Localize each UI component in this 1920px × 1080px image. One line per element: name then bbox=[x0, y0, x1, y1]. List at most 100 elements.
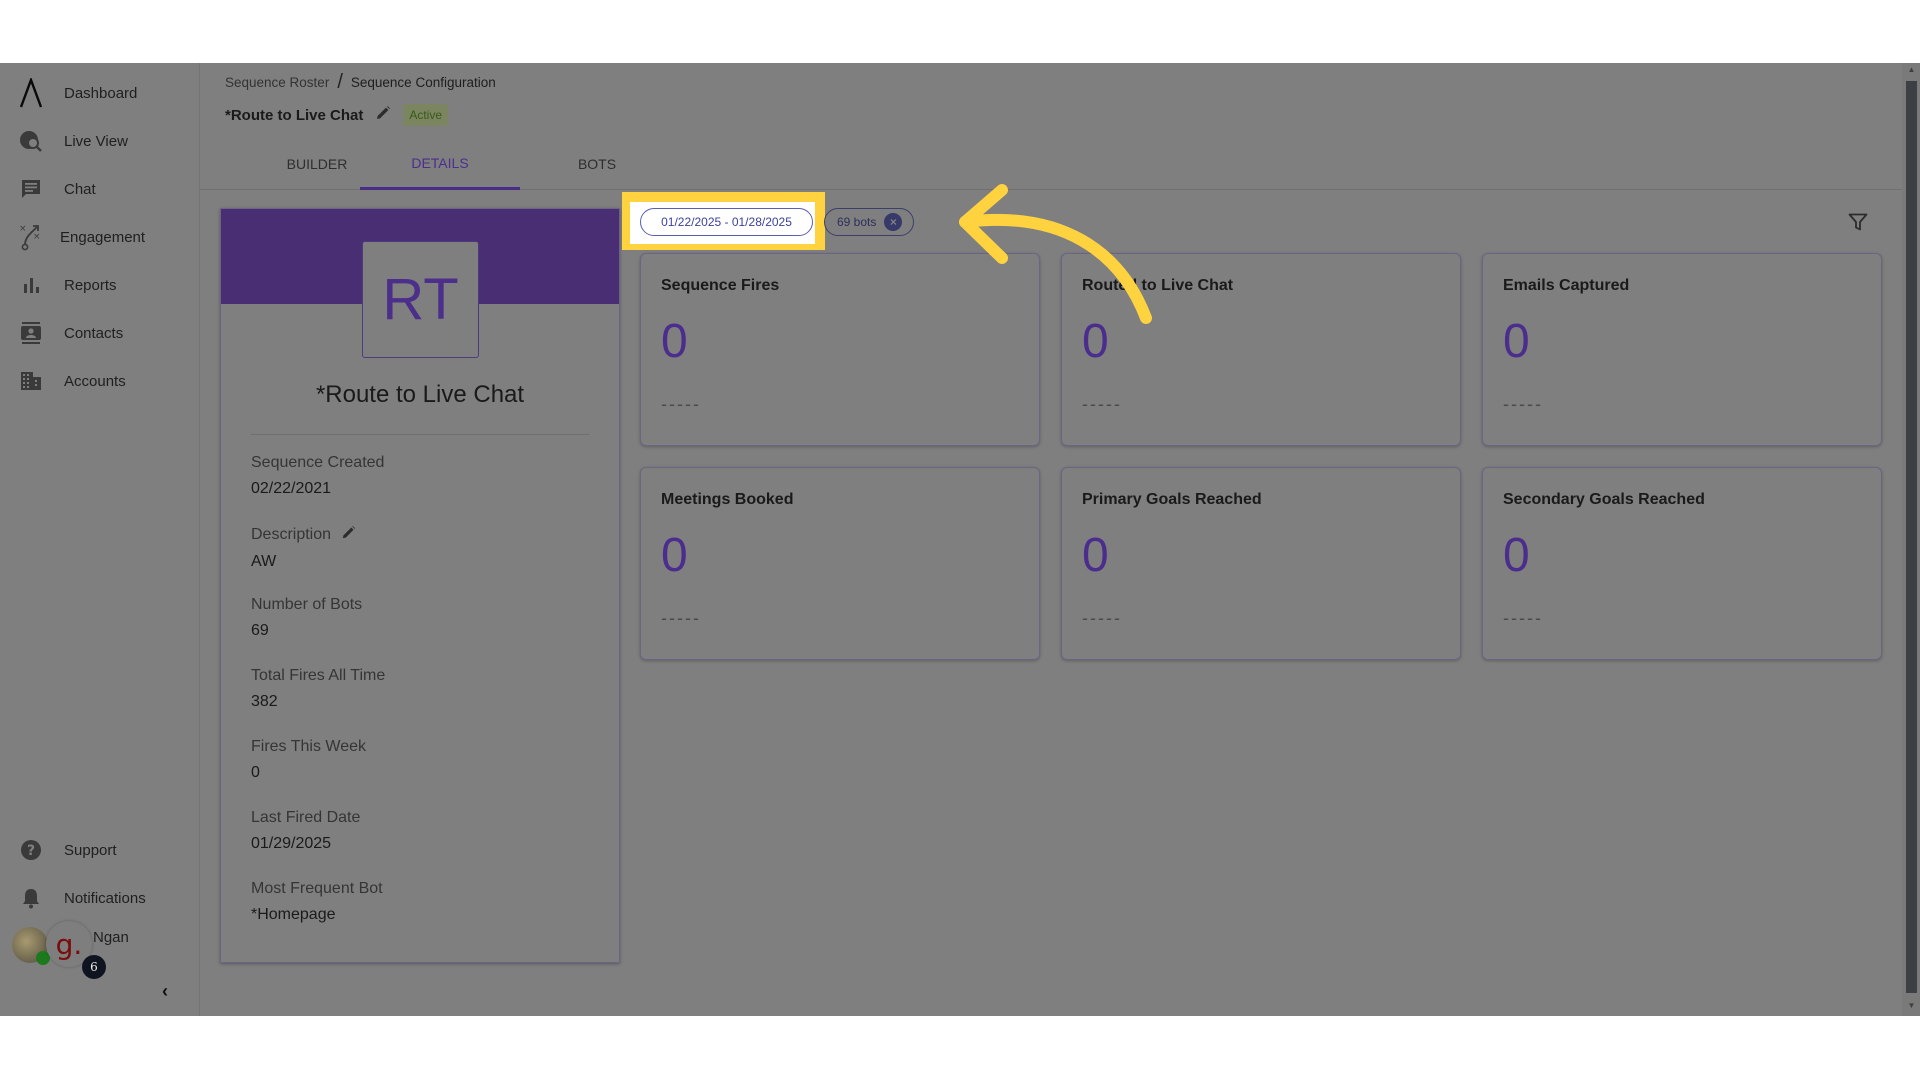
field-value: 69 bbox=[251, 622, 269, 639]
sidebar-item-label: Reports bbox=[64, 276, 117, 294]
stat-delta: ----- bbox=[1503, 394, 1543, 414]
stat-card-emails-captured: Emails Captured 0 ----- bbox=[1482, 253, 1882, 446]
svg-text:?: ? bbox=[27, 843, 35, 859]
page-title: *Route to Live Chat bbox=[225, 106, 364, 124]
stat-title: Primary Goals Reached bbox=[1082, 491, 1262, 508]
app-window: Dashboard Live View Chat × × Engagement R… bbox=[0, 63, 1920, 1016]
field-label: Most Frequent Bot bbox=[251, 880, 383, 897]
field-value: AW bbox=[251, 553, 277, 570]
svg-text:×: × bbox=[19, 224, 27, 234]
sidebar-item-dashboard[interactable]: Dashboard bbox=[0, 73, 200, 113]
sidebar-item-label: Chat bbox=[64, 180, 96, 198]
field-label: Fires This Week bbox=[251, 738, 366, 755]
sidebar-item-notifications[interactable]: Notifications bbox=[0, 878, 200, 918]
remove-chip-icon[interactable]: × bbox=[884, 213, 903, 231]
status-badge: Active bbox=[403, 104, 449, 126]
field-fires-this-week: Fires This Week 0 bbox=[251, 738, 366, 782]
date-range-chip[interactable]: 01/22/2025 - 01/28/2025 bbox=[640, 208, 813, 236]
stat-title: Emails Captured bbox=[1503, 277, 1630, 294]
vertical-scrollbar[interactable]: ▲ ▼ bbox=[1902, 63, 1920, 1016]
field-label: Description bbox=[251, 526, 332, 543]
stat-delta: ----- bbox=[661, 394, 701, 414]
pencil-icon bbox=[377, 105, 391, 119]
stat-card-secondary-goals: Secondary Goals Reached 0 ----- bbox=[1482, 467, 1882, 660]
sidebar-item-engagement[interactable]: × × Engagement bbox=[0, 217, 200, 257]
field-most-frequent-bot: Most Frequent Bot *Homepage bbox=[251, 880, 383, 924]
stat-title: Secondary Goals Reached bbox=[1503, 491, 1705, 508]
sidebar-item-support[interactable]: ? Support bbox=[0, 830, 200, 870]
engagement-icon: × × bbox=[18, 224, 44, 251]
field-value: 382 bbox=[251, 693, 278, 710]
sequence-initials-avatar: RT bbox=[362, 241, 479, 358]
sidebar-item-label: Support bbox=[64, 841, 117, 859]
field-value: 0 bbox=[251, 764, 260, 781]
chat-icon bbox=[18, 176, 44, 202]
field-label: Total Fires All Time bbox=[251, 667, 386, 684]
edit-description-button[interactable] bbox=[341, 525, 356, 545]
stat-title: Sequence Fires bbox=[661, 277, 780, 294]
scrollbar-thumb[interactable] bbox=[1906, 81, 1917, 993]
sequence-title-row: *Route to Live Chat Active bbox=[225, 104, 449, 126]
help-icon: ? bbox=[18, 837, 44, 863]
stat-value: 0 bbox=[1503, 529, 1530, 582]
sidebar-item-label: Notifications bbox=[64, 889, 146, 907]
scroll-up-arrow-icon[interactable]: ▲ bbox=[1906, 65, 1917, 77]
field-value: 02/22/2021 bbox=[251, 480, 332, 497]
divider bbox=[251, 434, 589, 435]
field-last-fired-date: Last Fired Date 01/29/2025 bbox=[251, 809, 360, 853]
sidebar-item-contacts[interactable]: Contacts bbox=[0, 313, 200, 353]
sidebar-item-live-view[interactable]: Live View bbox=[0, 121, 200, 161]
breadcrumb-current: Sequence Configuration bbox=[350, 75, 496, 90]
tab-bots[interactable]: BOTS bbox=[517, 138, 677, 190]
edit-title-button[interactable] bbox=[375, 105, 391, 126]
sidebar-item-label: Accounts bbox=[64, 372, 126, 390]
field-value: *Homepage bbox=[251, 906, 336, 923]
field-label-row: Description bbox=[251, 525, 356, 545]
main-content: Sequence Roster / Sequence Configuration… bbox=[200, 63, 1902, 1016]
field-label: Sequence Created bbox=[251, 454, 385, 471]
collapse-sidebar-button[interactable]: ‹ bbox=[162, 981, 168, 1002]
tab-details[interactable]: DETAILS bbox=[360, 138, 520, 190]
stat-value: 0 bbox=[1503, 315, 1530, 368]
pencil-icon bbox=[342, 525, 356, 539]
bell-icon bbox=[18, 885, 44, 911]
stat-card-sequence-fires: Sequence Fires 0 ----- bbox=[640, 253, 1040, 446]
breadcrumb-parent-link[interactable]: Sequence Roster bbox=[225, 75, 329, 90]
filter-icon bbox=[1848, 213, 1868, 231]
workspace-logo-text: g. bbox=[55, 927, 83, 961]
field-total-fires: Total Fires All Time 382 bbox=[251, 667, 385, 711]
stat-value: 0 bbox=[1082, 529, 1109, 582]
tab-bar: BUILDER DETAILS BOTS bbox=[200, 138, 1902, 190]
field-label: Number of Bots bbox=[251, 596, 363, 613]
stat-title: Meetings Booked bbox=[661, 491, 794, 508]
stat-card-routed-to-live-chat: Routed to Live Chat 0 ----- bbox=[1061, 253, 1461, 446]
field-label: Last Fired Date bbox=[251, 809, 361, 826]
filter-button[interactable] bbox=[1848, 213, 1868, 236]
field-number-of-bots: Number of Bots 69 bbox=[251, 596, 362, 640]
stat-delta: ----- bbox=[661, 608, 701, 628]
sidebar-item-accounts[interactable]: Accounts bbox=[0, 361, 200, 401]
scroll-down-arrow-icon[interactable]: ▼ bbox=[1906, 1001, 1917, 1013]
field-value: 01/29/2025 bbox=[251, 835, 332, 852]
sidebar-item-label: Engagement bbox=[60, 228, 146, 246]
sidebar-item-reports[interactable]: Reports bbox=[0, 265, 200, 305]
sidebar-item-label: Contacts bbox=[64, 324, 124, 342]
sequence-name: *Route to Live Chat bbox=[315, 381, 525, 408]
bots-filter-chip[interactable]: 69 bots × bbox=[824, 208, 914, 236]
field-sequence-created: Sequence Created 02/22/2021 bbox=[251, 454, 384, 498]
breadcrumb-separator: / bbox=[337, 71, 343, 93]
user-name[interactable]: Ngan bbox=[93, 929, 129, 946]
logo-icon bbox=[18, 78, 44, 108]
sidebar-item-chat[interactable]: Chat bbox=[0, 169, 200, 209]
bots-chip-label: 69 bots bbox=[837, 215, 877, 229]
live-view-icon bbox=[18, 128, 44, 154]
accounts-icon bbox=[18, 368, 44, 394]
stat-card-meetings-booked: Meetings Booked 0 ----- bbox=[640, 467, 1040, 660]
sequence-profile-card: RT *Route to Live Chat Sequence Created … bbox=[220, 208, 620, 963]
stat-title: Routed to Live Chat bbox=[1082, 277, 1234, 294]
stat-delta: ----- bbox=[1082, 608, 1122, 628]
chevron-left-icon: ‹ bbox=[162, 981, 168, 1001]
stat-delta: ----- bbox=[1082, 394, 1122, 414]
reports-icon bbox=[18, 272, 44, 298]
breadcrumb: Sequence Roster / Sequence Configuration bbox=[225, 71, 496, 94]
